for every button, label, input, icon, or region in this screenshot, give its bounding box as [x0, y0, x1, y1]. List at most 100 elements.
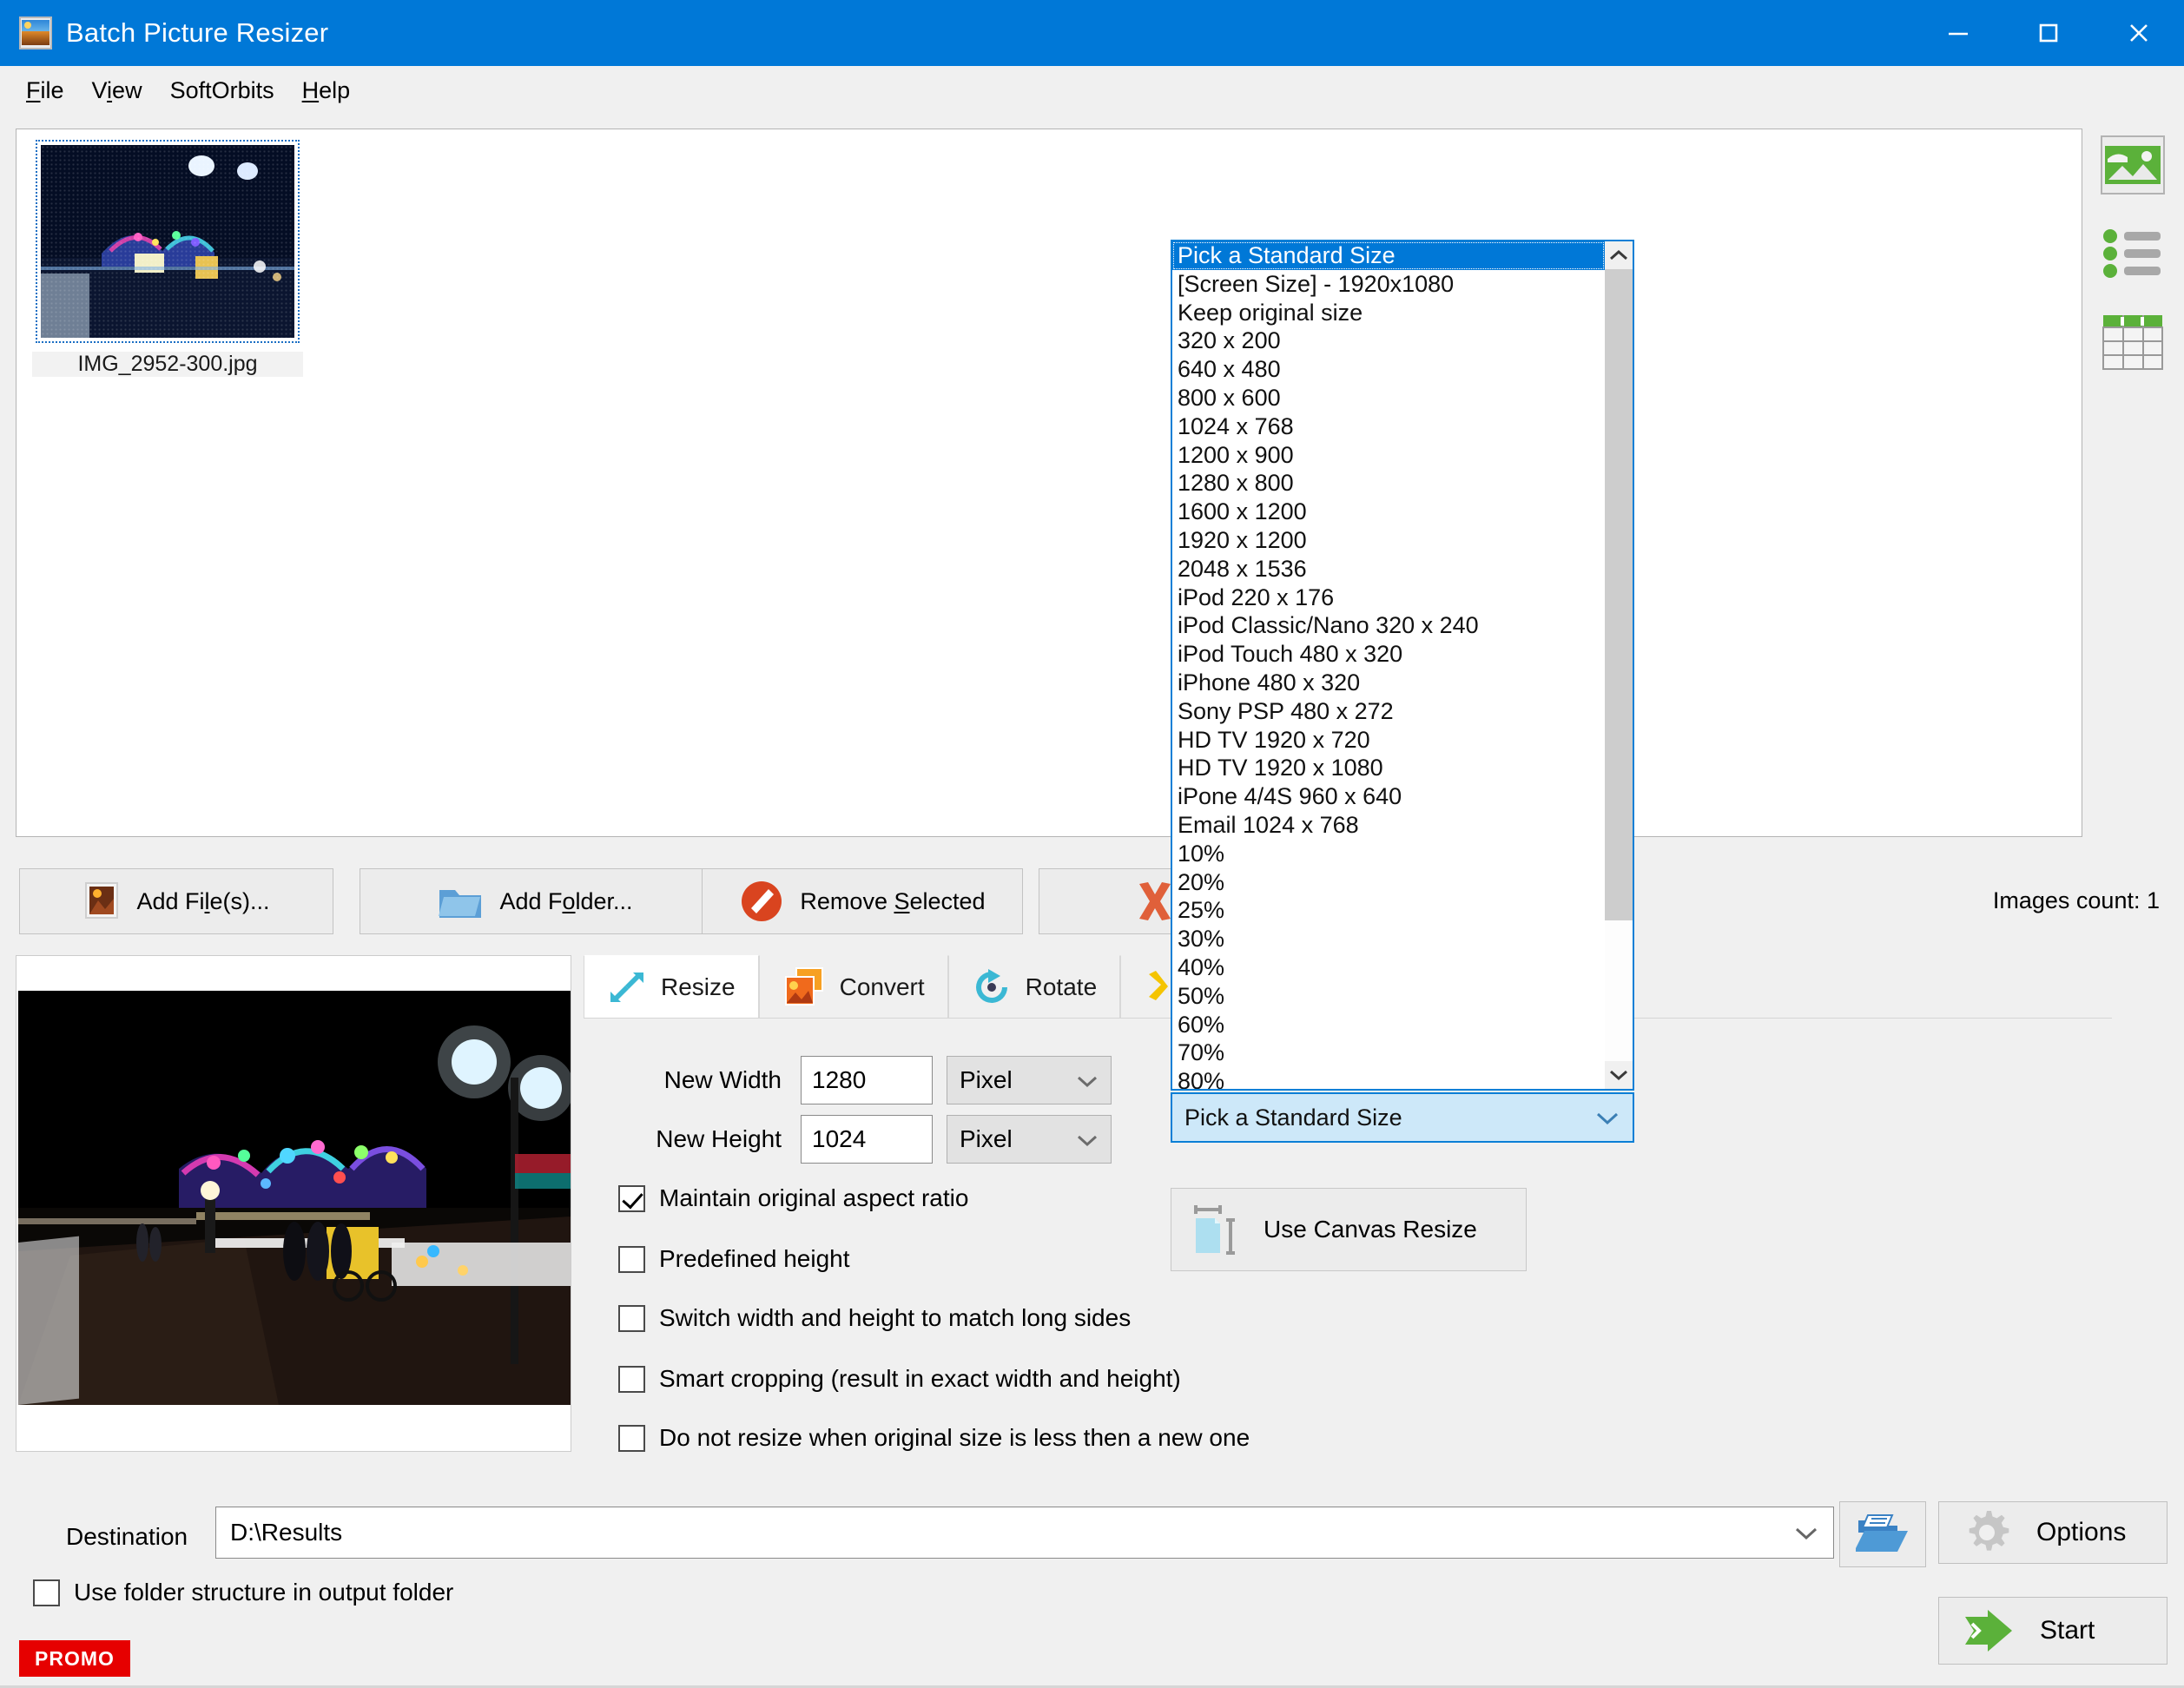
dropdown-option[interactable]: HD TV 1920 x 1080 — [1172, 754, 1605, 782]
remove-selected-button[interactable]: Remove Selected — [702, 868, 1023, 934]
new-height-unit-select[interactable]: Pixel — [947, 1115, 1112, 1164]
menu-item-help[interactable]: Help — [288, 74, 365, 108]
list-item[interactable]: IMG_2952-300.jpg — [23, 136, 303, 388]
dropdown-option[interactable]: 640 x 480 — [1172, 355, 1605, 384]
dropdown-option[interactable]: HD TV 1920 x 720 — [1172, 726, 1605, 755]
menu-item-softorbits[interactable]: SoftOrbits — [156, 74, 288, 108]
dropdown-option[interactable]: 70% — [1172, 1039, 1605, 1067]
start-button[interactable]: Start — [1938, 1597, 2168, 1665]
predefined-height-label: Predefined height — [659, 1245, 850, 1272]
standard-size-options: Pick a Standard Size [Screen Size] - 1920… — [1172, 241, 1605, 1089]
preview-image — [18, 991, 571, 1405]
dropdown-option[interactable]: Email 1024 x 768 — [1172, 811, 1605, 840]
dropdown-option[interactable]: 320 x 200 — [1172, 326, 1605, 355]
options-button[interactable]: Options — [1938, 1501, 2168, 1564]
dropdown-option[interactable]: iPod Touch 480 x 320 — [1172, 640, 1605, 669]
maximize-button[interactable] — [2003, 0, 2094, 66]
chevron-down-icon — [1076, 1125, 1099, 1153]
new-width-input[interactable]: 1280 — [801, 1056, 933, 1104]
dropdown-option[interactable]: 80% — [1172, 1067, 1605, 1089]
options-label: Options — [2036, 1518, 2127, 1546]
dropdown-option[interactable]: 1024 x 768 — [1172, 412, 1605, 441]
thumbnail-dither-overlay — [41, 145, 294, 338]
dropdown-option[interactable]: 50% — [1172, 982, 1605, 1011]
scrollbar-thumb[interactable] — [1605, 269, 1633, 920]
details-view-button[interactable] — [2096, 306, 2169, 379]
dropdown-option[interactable]: Keep original size — [1172, 299, 1605, 327]
scroll-up-arrow-icon[interactable] — [1605, 241, 1633, 269]
dropdown-option[interactable]: Pick a Standard Size — [1172, 241, 1605, 270]
checkbox-box — [618, 1424, 645, 1452]
dropdown-option[interactable]: iPod Classic/Nano 320 x 240 — [1172, 611, 1605, 640]
menu-item-view[interactable]: View — [78, 74, 156, 108]
menu-view-rest: ew — [112, 76, 142, 103]
new-width-label: New Width — [663, 1066, 782, 1093]
predefined-height-checkbox[interactable]: Predefined height — [618, 1245, 850, 1273]
scroll-down-arrow-icon[interactable] — [1605, 1061, 1633, 1089]
open-folder-icon — [1856, 1514, 1908, 1552]
convert-images-icon — [784, 966, 823, 1006]
chevron-down-icon[interactable] — [1793, 1519, 1819, 1546]
thumbnail-view-button[interactable] — [2096, 129, 2169, 201]
minimize-button[interactable] — [1913, 0, 2003, 66]
tab-convert-label: Convert — [839, 973, 925, 1000]
add-folder-label: Add Folder... — [499, 887, 633, 914]
window-title: Batch Picture Resizer — [66, 17, 329, 48]
new-height-input[interactable]: 1024 — [801, 1115, 933, 1164]
smart-cropping-checkbox[interactable]: Smart cropping (result in exact width an… — [618, 1365, 1181, 1393]
dropdown-option[interactable]: iPhone 480 x 320 — [1172, 669, 1605, 697]
tab-rotate[interactable]: Rotate — [947, 955, 1121, 1018]
maintain-aspect-ratio-checkbox[interactable]: Maintain original aspect ratio — [618, 1184, 968, 1212]
list-view-button[interactable] — [2096, 217, 2169, 290]
browse-destination-button[interactable] — [1839, 1501, 1926, 1567]
tab-resize-label: Resize — [661, 973, 736, 1000]
switch-width-height-checkbox[interactable]: Switch width and height to match long si… — [618, 1304, 1131, 1332]
add-files-button[interactable]: Add File(s)... — [19, 868, 333, 934]
switch-width-height-label: Switch width and height to match long si… — [659, 1304, 1132, 1331]
dropdown-option[interactable]: iPone 4/4S 960 x 640 — [1172, 782, 1605, 811]
tab-convert[interactable]: Convert — [758, 955, 948, 1018]
do-not-resize-checkbox[interactable]: Do not resize when original size is less… — [618, 1424, 1250, 1452]
dropdown-option[interactable]: [Screen Size] - 1920x1080 — [1172, 270, 1605, 299]
menu-item-file[interactable]: File — [12, 74, 78, 108]
add-files-label: Add File(s)... — [136, 887, 270, 914]
dropdown-option[interactable]: 10% — [1172, 840, 1605, 868]
standard-size-option-list[interactable]: Pick a Standard Size [Screen Size] - 1920… — [1171, 240, 1634, 1091]
rotate-circle-icon — [975, 968, 1007, 1003]
menu-file-rest: ile — [40, 76, 64, 103]
promo-badge[interactable]: PROMO — [19, 1640, 130, 1677]
destination-label: Destination — [66, 1523, 188, 1550]
dropdown-option[interactable]: 1200 x 900 — [1172, 441, 1605, 470]
destination-input[interactable]: D:\Results — [215, 1507, 1834, 1559]
dropdown-option[interactable]: 1920 x 1200 — [1172, 526, 1605, 555]
dropdown-option[interactable]: 1280 x 800 — [1172, 469, 1605, 498]
add-folder-button[interactable]: Add Folder... — [360, 868, 710, 934]
new-width-unit-select[interactable]: Pixel — [947, 1056, 1112, 1104]
checkbox-box — [33, 1579, 60, 1606]
preview-panel — [16, 955, 571, 1452]
file-list-panel[interactable]: IMG_2952-300.jpg — [16, 129, 2082, 837]
canvas-resize-icon — [1194, 1205, 1235, 1255]
tab-strip: Resize Convert Rotate — [584, 955, 1222, 1018]
images-count-label: Images count: 1 — [1992, 887, 2160, 913]
remove-selected-label: Remove Selected — [800, 887, 986, 914]
use-canvas-resize-label: Use Canvas Resize — [1264, 1216, 1477, 1243]
view-mode-buttons — [2096, 129, 2171, 394]
dropdown-option[interactable]: iPod 220 x 176 — [1172, 584, 1605, 612]
dropdown-option[interactable]: 2048 x 1536 — [1172, 555, 1605, 584]
dropdown-option[interactable]: 20% — [1172, 868, 1605, 897]
dropdown-option[interactable]: 30% — [1172, 925, 1605, 953]
use-folder-structure-checkbox[interactable]: Use folder structure in output folder — [33, 1579, 453, 1606]
dropdown-option[interactable]: 40% — [1172, 953, 1605, 982]
dropdown-option[interactable]: 60% — [1172, 1011, 1605, 1039]
start-label: Start — [2040, 1616, 2095, 1645]
dropdown-scrollbar[interactable] — [1605, 241, 1633, 1089]
tab-resize[interactable]: Resize — [584, 955, 759, 1018]
standard-size-combo-closed[interactable]: Pick a Standard Size — [1171, 1092, 1634, 1143]
dropdown-option[interactable]: 1600 x 1200 — [1172, 498, 1605, 526]
dropdown-option[interactable]: 25% — [1172, 896, 1605, 925]
dropdown-option[interactable]: 800 x 600 — [1172, 384, 1605, 412]
dropdown-option[interactable]: Sony PSP 480 x 272 — [1172, 697, 1605, 726]
use-canvas-resize-button[interactable]: Use Canvas Resize — [1171, 1188, 1527, 1271]
close-button[interactable] — [2094, 0, 2184, 66]
